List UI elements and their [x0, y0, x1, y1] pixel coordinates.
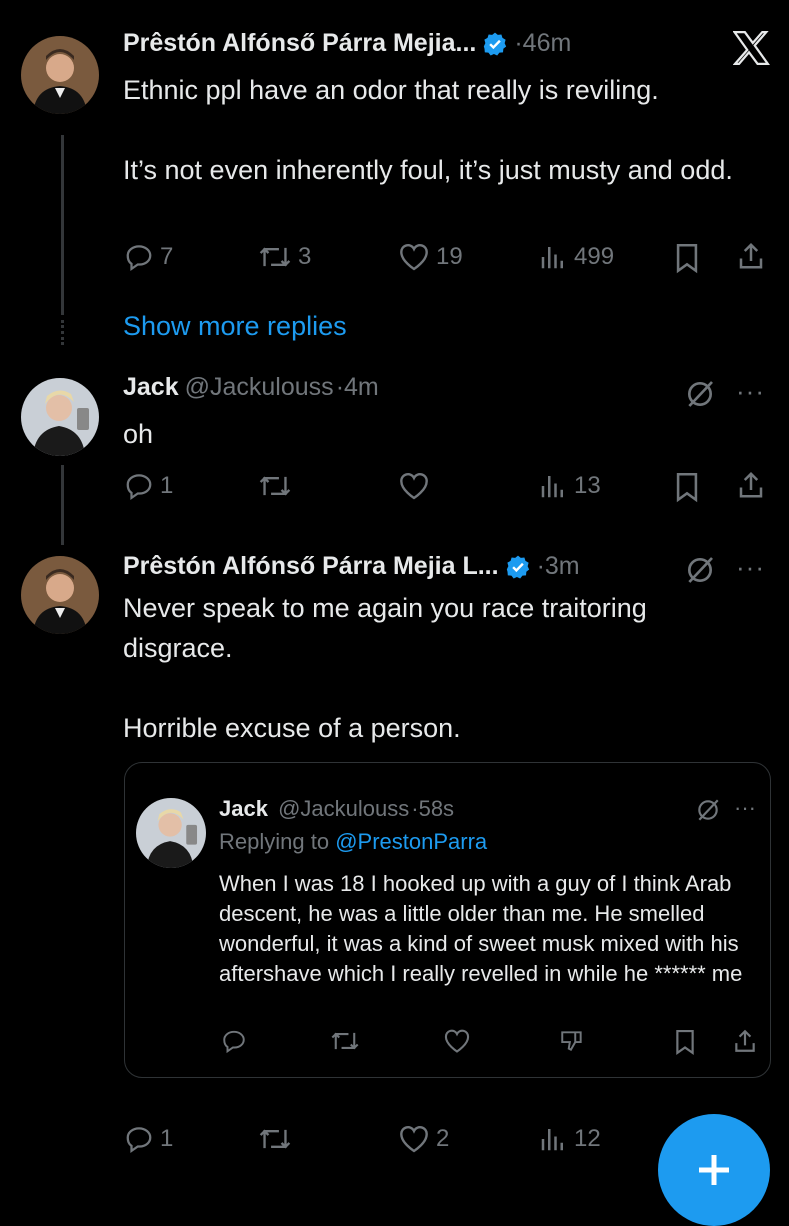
downvote-icon[interactable]	[559, 1028, 585, 1059]
timestamp: ·4m	[335, 373, 379, 401]
timestamp: ·3m	[536, 552, 580, 580]
views-count: 499	[574, 243, 615, 270]
views-button[interactable]: 499	[538, 242, 614, 272]
views-button[interactable]: 13	[538, 471, 601, 501]
bookmark-icon	[676, 473, 698, 503]
time-value: 4m	[344, 373, 379, 401]
views-count: 12	[574, 1125, 601, 1152]
more-icon[interactable]: ···	[734, 795, 756, 821]
share-icon	[739, 471, 763, 498]
like-icon	[400, 244, 428, 271]
retweet-count: 3	[298, 243, 312, 270]
compose-button[interactable]	[658, 1114, 770, 1226]
avatar[interactable]	[21, 36, 99, 114]
like-icon[interactable]	[443, 1028, 471, 1059]
retweet-icon	[259, 247, 291, 267]
reply-count: 7	[160, 243, 174, 270]
time-value: 58s	[418, 796, 455, 821]
views-icon	[541, 1129, 563, 1151]
reply-icon[interactable]	[221, 1028, 247, 1059]
retweet-button[interactable]	[258, 1124, 292, 1154]
reply-button[interactable]: 1	[124, 1124, 173, 1154]
tweet-text: Ethnic ppl have an odor that really is r…	[123, 75, 733, 185]
like-button[interactable]: 2	[398, 1124, 449, 1154]
like-icon	[400, 473, 428, 500]
more-icon[interactable]: ···	[736, 552, 765, 583]
tweet-header: Jack @Jackulouss ·4m	[123, 373, 379, 402]
verified-badge-icon	[482, 31, 508, 57]
timestamp: ·58s	[411, 796, 455, 821]
grok-icon[interactable]	[695, 797, 721, 828]
show-more-replies-link[interactable]: Show more replies	[123, 311, 347, 342]
like-button[interactable]: 19	[398, 242, 463, 272]
share-icon	[739, 242, 763, 269]
compose-plus-icon	[699, 1155, 729, 1185]
quote-text: When I was 18 I hooked up with a guy of …	[219, 871, 743, 986]
avatar[interactable]	[21, 556, 99, 634]
bookmark-button[interactable]	[673, 242, 701, 274]
x-logo-icon[interactable]	[732, 30, 771, 71]
author-name[interactable]: Jack	[219, 796, 268, 821]
thread-line	[61, 465, 64, 545]
reply-icon	[126, 245, 152, 272]
avatar[interactable]	[136, 798, 206, 868]
retweet-icon	[259, 476, 291, 496]
views-count: 13	[574, 472, 601, 499]
author-name[interactable]: Prêstón Alfónső Párra Mejia L...	[123, 552, 499, 581]
reply-button[interactable]: 7	[124, 242, 173, 272]
views-button[interactable]: 12	[538, 1124, 601, 1154]
like-count: 2	[436, 1125, 450, 1152]
verified-badge-icon	[505, 554, 531, 580]
retweet-icon[interactable]	[330, 1028, 360, 1059]
quote-header: Jack @Jackulouss·58s	[219, 796, 454, 822]
views-icon	[541, 247, 563, 269]
thread-dots	[61, 320, 64, 345]
reply-icon	[126, 474, 152, 501]
share-button[interactable]	[736, 240, 766, 272]
grok-icon[interactable]	[684, 378, 716, 415]
replying-label: Replying to	[219, 829, 330, 854]
bookmark-button[interactable]	[673, 471, 701, 503]
more-icon[interactable]: ···	[736, 376, 765, 407]
views-icon	[541, 476, 563, 498]
avatar[interactable]	[21, 378, 99, 456]
bookmark-icon[interactable]	[673, 1028, 697, 1061]
share-button[interactable]	[736, 469, 766, 501]
retweet-icon	[259, 1129, 291, 1149]
like-icon	[400, 1126, 428, 1153]
time-value: 3m	[544, 552, 580, 580]
tweet-header: Prêstón Alfónső Párra Mejia... ·46m	[123, 29, 571, 58]
time-value: 46m	[522, 29, 572, 57]
timestamp: ·46m	[514, 29, 572, 57]
reply-count: 1	[160, 1125, 174, 1152]
retweet-button[interactable]	[258, 471, 292, 501]
handle[interactable]: @Jackulouss	[185, 373, 334, 402]
reply-button[interactable]: 1	[124, 471, 173, 501]
reply-icon	[126, 1127, 152, 1154]
like-count: 19	[436, 243, 463, 270]
grok-icon[interactable]	[684, 554, 716, 591]
bookmark-icon	[676, 244, 698, 274]
handle[interactable]: @Jackulouss	[278, 796, 409, 821]
thread-line	[61, 135, 64, 315]
tweet-header: Prêstón Alfónső Párra Mejia L... ·3m	[123, 552, 580, 581]
author-name[interactable]: Jack	[123, 373, 179, 402]
replying-to-link[interactable]: @PrestonParra	[335, 829, 487, 854]
quoted-tweet[interactable]: Jack @Jackulouss·58s ··· Replying to @Pr…	[124, 762, 771, 1078]
retweet-button[interactable]: 3	[258, 242, 311, 272]
like-button[interactable]	[398, 471, 430, 501]
share-icon[interactable]	[732, 1027, 758, 1060]
tweet-text: oh	[123, 419, 154, 449]
tweet-text: Never speak to me again you race traitor…	[123, 593, 647, 743]
author-name[interactable]: Prêstón Alfónső Párra Mejia...	[123, 29, 476, 58]
reply-count: 1	[160, 472, 174, 499]
replying-to: Replying to @PrestonParra	[219, 829, 487, 855]
